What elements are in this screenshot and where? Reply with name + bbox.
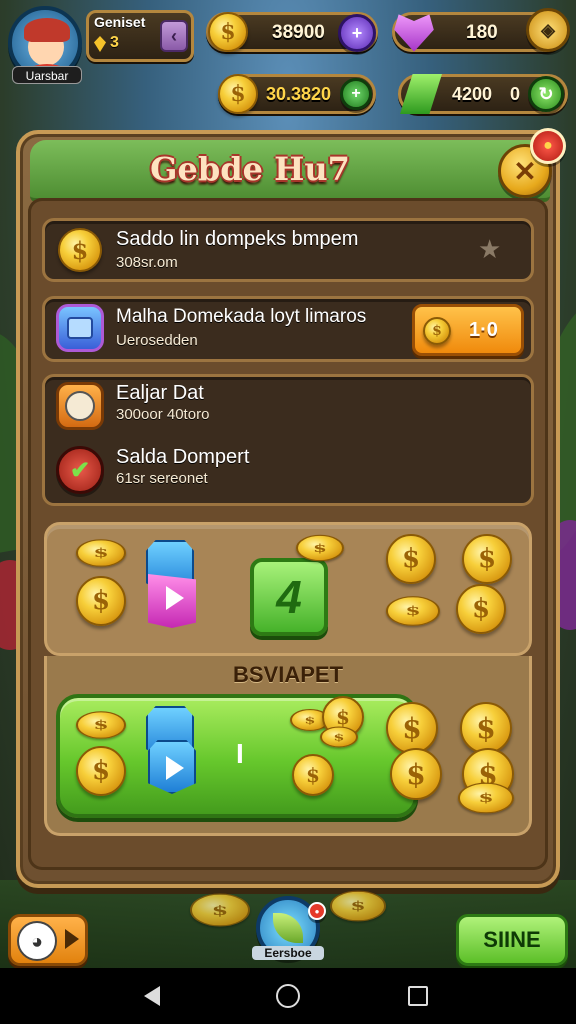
shield-icon[interactable]: ◈ (526, 8, 570, 52)
coin-icon: $ (190, 893, 250, 927)
row-subtitle: 61sr sereonet (116, 470, 208, 487)
coin-icon: $ (386, 702, 438, 754)
leaf-icon (273, 913, 303, 943)
panel-title: Gebde Hu7 (150, 150, 350, 188)
row-title: Ealjar Dat (116, 382, 204, 404)
row-title: Salda Dompert (116, 446, 250, 468)
gems-value: 4200 (452, 84, 493, 104)
coin-icon: $ (76, 711, 126, 739)
hearts-value: 180 (466, 22, 498, 43)
player-level: 3 (110, 34, 119, 51)
system-nav-bar (0, 968, 576, 1024)
coin-icon: $ (208, 12, 248, 52)
buy-button[interactable]: $ 1·0 (412, 304, 524, 356)
coins-value: 38900 (272, 22, 325, 43)
row-title: Malha Domekada loyt limaros (116, 306, 367, 327)
coin-icon: $ (386, 596, 440, 626)
coin-icon: $ (423, 317, 451, 345)
add-secondary-button[interactable]: + (340, 78, 372, 110)
center-action-label: Eersboe (252, 946, 324, 960)
row-subtitle: Uerosedden (116, 332, 198, 349)
coin-icon: $ (330, 890, 386, 922)
play-icon (166, 756, 184, 780)
coin-icon: $ (386, 534, 436, 584)
share-button[interactable]: SIINE (456, 914, 568, 966)
coin-icon: $ (76, 539, 126, 567)
gems-extra-value: 0 (510, 84, 521, 104)
collect-bar-divider: I (236, 738, 244, 769)
row-title: Saddo lin dompeks bmpem (116, 228, 359, 250)
home-nav-icon[interactable] (276, 984, 300, 1008)
treasure-chest-icon (56, 304, 104, 352)
pet-button[interactable]: ◕ (8, 914, 88, 966)
arrow-right-icon (65, 929, 79, 949)
reward-badge-value: 4 (276, 571, 302, 623)
row-subtitle: 300oor 40toro (116, 406, 210, 423)
coin-icon: $ (218, 74, 258, 114)
secondary-coins-value: 30.3820 (266, 84, 332, 104)
back-button[interactable]: ‹ (160, 20, 188, 52)
row-subtitle: 308sr.om (116, 254, 178, 271)
character-icon (56, 382, 104, 430)
avatar-hair (24, 18, 70, 42)
coin-icon: $ (76, 576, 126, 626)
recents-nav-icon[interactable] (408, 986, 428, 1006)
buy-button-label: 1·0 (469, 319, 498, 341)
coin-icon: $ (292, 754, 334, 796)
coin-icon: $ (456, 584, 506, 634)
coin-icon: $ (320, 726, 358, 748)
coin-icon: $ (390, 748, 442, 800)
reward-badge[interactable]: 4 (250, 558, 328, 636)
player-title: Geniset (94, 14, 146, 30)
play-icon (166, 586, 184, 610)
leaf-badge-icon: ✔ (56, 446, 104, 494)
add-coins-button[interactable]: + (338, 14, 376, 52)
notification-badge-icon: ● (530, 128, 566, 164)
coin-icon: $ (458, 782, 514, 814)
coin-icon: $ (58, 228, 102, 272)
star-icon: ★ (478, 234, 502, 264)
coin-icon: $ (76, 746, 126, 796)
refresh-icon[interactable]: ↻ (528, 76, 564, 112)
back-nav-icon[interactable] (144, 986, 160, 1006)
player-name: Uarsbar (12, 66, 82, 84)
notification-dot-icon: ● (308, 902, 326, 920)
coin-icon: $ (460, 702, 512, 754)
coin-icon: $ (296, 534, 344, 562)
pet-icon: ◕ (17, 921, 57, 961)
reward-label: BSVIAPET (232, 662, 344, 687)
coin-icon: $ (462, 534, 512, 584)
